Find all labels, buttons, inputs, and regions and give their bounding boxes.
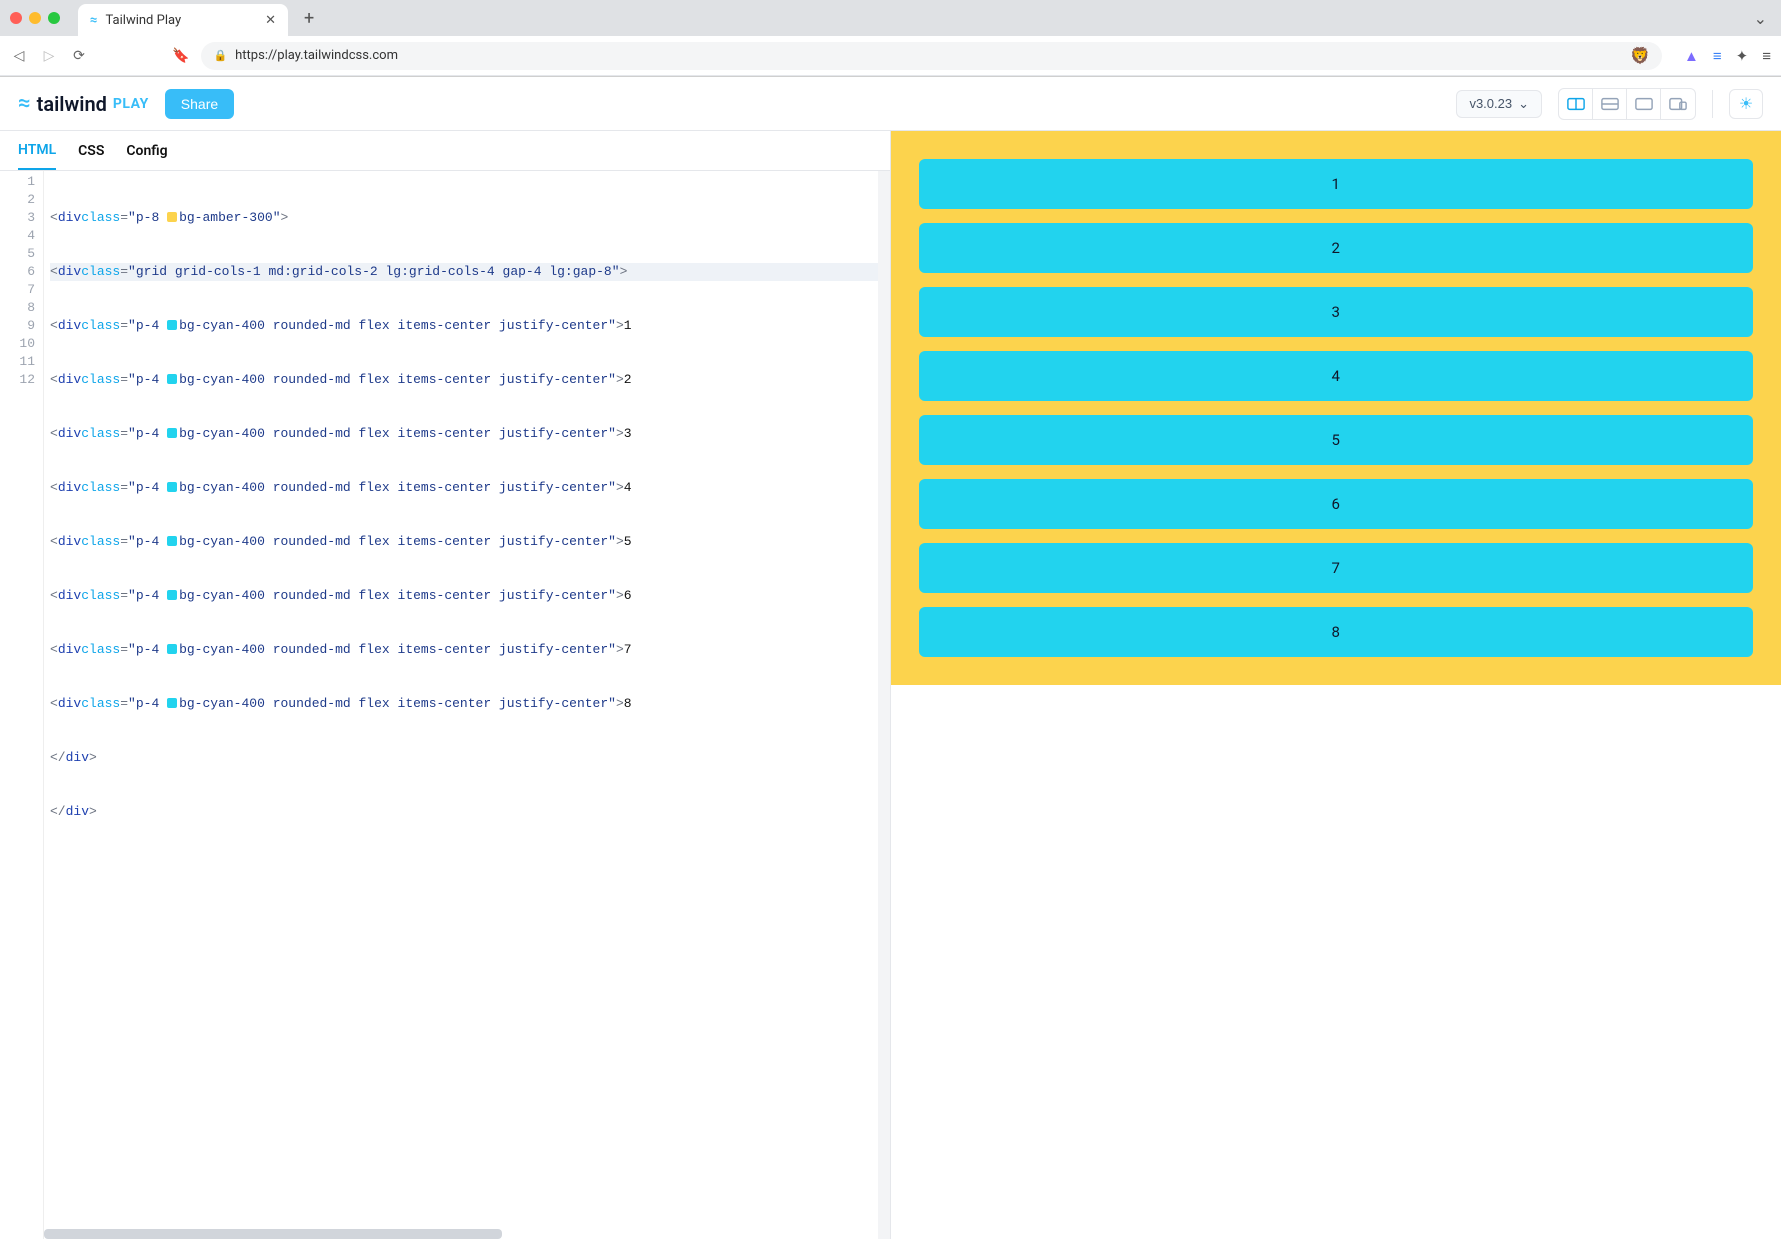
layout-preview-only-button[interactable] xyxy=(1627,89,1661,119)
preview-canvas: 1 2 3 4 5 6 7 8 xyxy=(891,131,1781,685)
preview-cell: 8 xyxy=(919,607,1754,657)
new-tab-button[interactable]: + xyxy=(296,8,322,29)
nav-back-button[interactable]: ◁ xyxy=(10,48,28,64)
code-content[interactable]: <div class="p-8 bg-amber-300"> <div clas… xyxy=(44,171,890,1239)
chevron-down-icon: ⌄ xyxy=(1518,96,1529,112)
share-button[interactable]: Share xyxy=(165,89,234,119)
preview-cell: 1 xyxy=(919,159,1754,209)
lock-icon: 🔒 xyxy=(213,49,227,62)
window-traffic-lights[interactable] xyxy=(10,12,60,24)
logo-play-text: PLAY xyxy=(113,96,149,112)
logo-text: tailwind xyxy=(37,92,107,116)
maximize-window-icon[interactable] xyxy=(48,12,60,24)
tuner-icon[interactable]: ≡ xyxy=(1713,47,1722,65)
preview-cell: 3 xyxy=(919,287,1754,337)
brave-shield-icon[interactable]: 🦁 xyxy=(1630,46,1650,65)
tab-title: Tailwind Play xyxy=(106,13,182,28)
tab-html[interactable]: HTML xyxy=(18,132,56,170)
address-bar: ◁ ▷ ⟳ 🔖 🔒 https://play.tailwindcss.com 🦁… xyxy=(0,36,1781,76)
close-tab-icon[interactable]: ✕ xyxy=(265,13,276,28)
toolbar-right: ▲ ≡ ✦ ≡ xyxy=(1684,47,1771,65)
nav-reload-button[interactable]: ⟳ xyxy=(70,48,88,64)
preview-grid: 1 2 3 4 5 6 7 8 xyxy=(919,159,1754,657)
code-editor[interactable]: 1 2 3 4 5 6 7 8 9 10 11 12 <div class="p… xyxy=(0,171,890,1239)
extensions-icon[interactable]: ✦ xyxy=(1736,47,1749,65)
bookmark-icon[interactable]: 🔖 xyxy=(172,48,189,64)
tailwind-logo[interactable]: ≈ tailwind PLAY xyxy=(18,91,149,116)
line-gutter: 1 2 3 4 5 6 7 8 9 10 11 12 xyxy=(0,171,44,1239)
preview-cell: 6 xyxy=(919,479,1754,529)
nav-forward-button: ▷ xyxy=(40,48,58,64)
tabs-overflow-icon[interactable]: ⌄ xyxy=(1754,9,1767,28)
tab-config[interactable]: Config xyxy=(126,133,167,169)
preview-cell: 7 xyxy=(919,543,1754,593)
browser-tab[interactable]: ≈ Tailwind Play ✕ xyxy=(78,4,288,36)
tailwind-swoosh-icon: ≈ xyxy=(18,91,31,116)
version-select[interactable]: v3.0.23 ⌄ xyxy=(1456,90,1542,118)
preview-pane: 1 2 3 4 5 6 7 8 xyxy=(891,131,1781,1239)
tab-strip: ≈ Tailwind Play ✕ + ⌄ xyxy=(0,0,1781,36)
close-window-icon[interactable] xyxy=(10,12,22,24)
separator xyxy=(1712,90,1713,118)
sun-icon: ☀ xyxy=(1739,94,1753,113)
tab-favicon-icon: ≈ xyxy=(90,13,98,28)
app-header: ≈ tailwind PLAY Share v3.0.23 ⌄ ☀ xyxy=(0,77,1781,131)
layout-horizontal-split-button[interactable] xyxy=(1593,89,1627,119)
version-label: v3.0.23 xyxy=(1469,96,1512,111)
layout-vertical-split-button[interactable] xyxy=(1559,89,1593,119)
url-input[interactable]: 🔒 https://play.tailwindcss.com 🦁 xyxy=(201,42,1662,70)
shield-icon[interactable]: ▲ xyxy=(1684,47,1699,65)
theme-toggle-button[interactable]: ☀ xyxy=(1729,89,1763,119)
minimize-window-icon[interactable] xyxy=(29,12,41,24)
browser-chrome: ≈ Tailwind Play ✕ + ⌄ ◁ ▷ ⟳ 🔖 🔒 https://… xyxy=(0,0,1781,77)
editor-pane: HTML CSS Config 1 2 3 4 5 6 7 8 9 10 11 … xyxy=(0,131,891,1239)
layout-responsive-button[interactable] xyxy=(1661,89,1695,119)
main-split: HTML CSS Config 1 2 3 4 5 6 7 8 9 10 11 … xyxy=(0,131,1781,1239)
preview-cell: 5 xyxy=(919,415,1754,465)
tab-css[interactable]: CSS xyxy=(78,133,104,169)
layout-toggle-group xyxy=(1558,88,1696,120)
url-text: https://play.tailwindcss.com xyxy=(235,48,398,63)
preview-cell: 2 xyxy=(919,223,1754,273)
editor-tabs: HTML CSS Config xyxy=(0,131,890,171)
preview-cell: 4 xyxy=(919,351,1754,401)
menu-icon[interactable]: ≡ xyxy=(1762,47,1771,65)
editor-vertical-scrollbar[interactable] xyxy=(878,171,890,1239)
